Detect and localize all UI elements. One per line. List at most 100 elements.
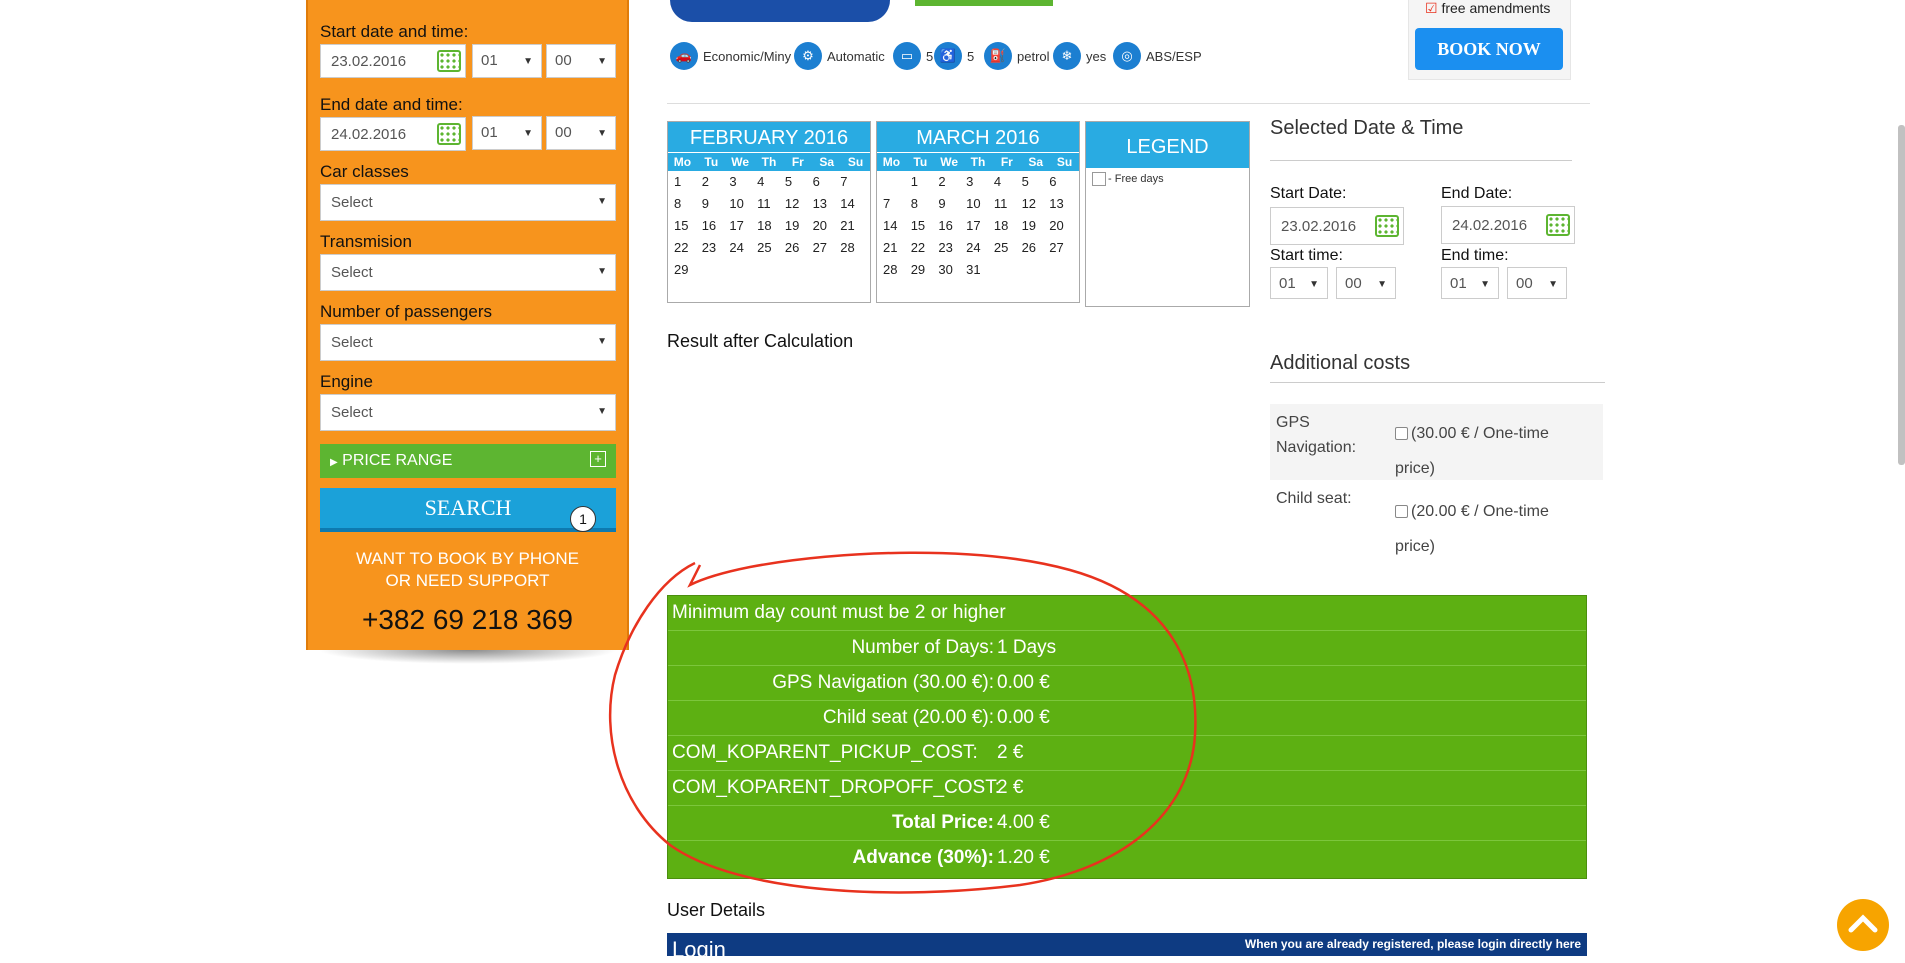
calendar-day[interactable]: 27 [1047, 239, 1075, 257]
calendar-day[interactable]: 18 [755, 217, 783, 235]
calendar-day[interactable]: 10 [964, 195, 992, 213]
calendar-weekdays: Mo Tu We Th Fr Sa Su [668, 152, 870, 171]
selected-end-hour-select[interactable]: 01 ▼ [1441, 267, 1499, 299]
calendar-day[interactable]: 27 [811, 239, 839, 257]
calendar-day[interactable]: 6 [1047, 173, 1075, 191]
car-classes-select[interactable]: Select ▼ [320, 184, 616, 221]
end-minute-select[interactable]: 00 ▼ [546, 116, 616, 150]
calendar-day[interactable]: 23 [700, 239, 728, 257]
start-date-input[interactable]: 23.02.2016 [320, 44, 466, 78]
calendar-day[interactable]: 2 [936, 173, 964, 191]
calendar-day[interactable]: 8 [909, 195, 937, 213]
calendar-day[interactable]: 19 [783, 217, 811, 235]
calendar-day[interactable]: 18 [992, 217, 1020, 235]
calendar-day[interactable]: 29 [909, 261, 937, 279]
calendar-day[interactable]: 23 [936, 239, 964, 257]
engine-select[interactable]: Select ▼ [320, 394, 616, 431]
selected-start-hour-select[interactable]: 01 ▼ [1270, 267, 1328, 299]
end-hour-select[interactable]: 01 ▼ [472, 116, 542, 150]
end-date-input[interactable]: 24.02.2016 [320, 117, 466, 151]
calendar-day[interactable]: 29 [672, 261, 700, 279]
child-seat-checkbox[interactable] [1395, 505, 1408, 519]
calendar-day[interactable]: 26 [783, 239, 811, 257]
calendar-day[interactable]: 13 [1047, 195, 1075, 213]
passengers-select[interactable]: Select ▼ [320, 324, 616, 361]
calendar-day[interactable]: 6 [811, 173, 839, 191]
calendar-day[interactable]: 7 [838, 173, 866, 191]
calendar-icon[interactable] [437, 123, 461, 145]
calendar-day[interactable]: 16 [700, 217, 728, 235]
calendar-day[interactable]: 1 [672, 173, 700, 191]
calendar-day[interactable]: 31 [964, 261, 992, 279]
calendar-day[interactable]: 24 [727, 239, 755, 257]
calendar-day[interactable]: 3 [727, 173, 755, 191]
selected-start-minute-select[interactable]: 00 ▼ [1336, 267, 1396, 299]
calendar-day[interactable]: 20 [1047, 217, 1075, 235]
calendar-day[interactable]: 25 [755, 239, 783, 257]
calendar-day[interactable]: 17 [964, 217, 992, 235]
calendar-day[interactable]: 8 [672, 195, 700, 213]
calendar-day[interactable]: 5 [783, 173, 811, 191]
calendar-day[interactable]: 5 [1020, 173, 1048, 191]
calendar-day[interactable]: 3 [964, 173, 992, 191]
start-hour-select[interactable]: 01 ▼ [472, 44, 542, 78]
support-phone[interactable]: +382 69 218 369 [308, 604, 627, 636]
calendar-day[interactable]: 4 [992, 173, 1020, 191]
gps-checkbox[interactable] [1395, 427, 1408, 441]
book-now-button[interactable]: BOOK NOW [1415, 28, 1563, 70]
scroll-to-top-button[interactable] [1837, 899, 1889, 951]
calendar-day[interactable]: 14 [881, 217, 909, 235]
calendar-day[interactable]: 20 [811, 217, 839, 235]
calendar-day[interactable]: 25 [992, 239, 1020, 257]
end-date-label: End date and time: [320, 95, 463, 114]
selected-datetime-title: Selected Date & Time [1270, 117, 1464, 139]
calendar-day[interactable]: 2 [700, 173, 728, 191]
calendar-day[interactable]: 11 [992, 195, 1020, 213]
calendar-day[interactable]: 4 [755, 173, 783, 191]
transmission-value: Select [331, 264, 373, 281]
calendar-day[interactable]: 30 [936, 261, 964, 279]
calendar-day[interactable]: 9 [936, 195, 964, 213]
calendar-day[interactable]: 19 [1020, 217, 1048, 235]
calendar-day[interactable]: 14 [838, 195, 866, 213]
selected-end-minute-select[interactable]: 00 ▼ [1507, 267, 1567, 299]
calendar-day[interactable]: 28 [881, 261, 909, 279]
calendar-day[interactable]: 17 [727, 217, 755, 235]
calendar-day[interactable]: 12 [783, 195, 811, 213]
expand-plus-icon[interactable]: + [590, 451, 606, 467]
calendar-icon[interactable] [437, 50, 461, 72]
calendar-day[interactable]: 13 [811, 195, 839, 213]
price-range-toggle[interactable]: ▶ PRICE RANGE + [320, 444, 616, 478]
calendar-day[interactable]: 9 [700, 195, 728, 213]
start-minute-select[interactable]: 00 ▼ [546, 44, 616, 78]
scrollbar-thumb[interactable] [1898, 125, 1905, 465]
free-amendments-text: free amendments [1441, 0, 1551, 16]
selected-end-date-value: 24.02.2016 [1452, 217, 1528, 234]
calendar-day[interactable]: 16 [936, 217, 964, 235]
calendar-day[interactable]: 10 [727, 195, 755, 213]
start-date-label: Start date and time: [320, 22, 469, 41]
calendar-day[interactable]: 21 [881, 239, 909, 257]
calendar-day[interactable]: 28 [838, 239, 866, 257]
transmission-select[interactable]: Select ▼ [320, 254, 616, 291]
calendar-day[interactable]: 21 [838, 217, 866, 235]
green-button-edge[interactable] [915, 0, 1053, 6]
calendar-day[interactable]: 12 [1020, 195, 1048, 213]
selected-start-date-input[interactable]: 23.02.2016 [1270, 207, 1404, 245]
sidebar-shadow [318, 650, 618, 664]
calendar-day[interactable]: 11 [755, 195, 783, 213]
calendar-day[interactable]: 26 [1020, 239, 1048, 257]
calendar-icon[interactable] [1375, 215, 1399, 237]
aircon-icon: ❄ [1053, 42, 1081, 70]
calendar-day[interactable]: 15 [909, 217, 937, 235]
support-text: WANT TO BOOK BY PHONE OR NEED SUPPORT [308, 548, 627, 592]
calendar-day[interactable]: 22 [909, 239, 937, 257]
calendar-day[interactable]: 15 [672, 217, 700, 235]
calendar-day[interactable]: 22 [672, 239, 700, 257]
calendar-day[interactable]: 7 [881, 195, 909, 213]
calendar-day[interactable]: 24 [964, 239, 992, 257]
selected-end-date-input[interactable]: 24.02.2016 [1441, 206, 1575, 244]
search-button[interactable]: SEARCH 1 [320, 488, 616, 532]
calendar-icon[interactable] [1546, 214, 1570, 236]
calendar-day[interactable]: 1 [909, 173, 937, 191]
